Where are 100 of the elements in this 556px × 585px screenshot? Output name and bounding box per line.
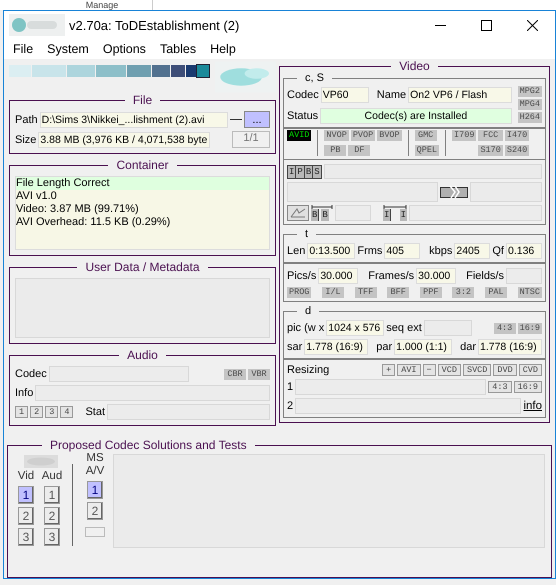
field-label: Status — [287, 110, 318, 122]
flag-indicator: PPF — [420, 287, 442, 298]
small-button[interactable]: SVCD — [462, 364, 492, 376]
field-label: Name — [376, 89, 406, 101]
panel-title: User Data / Metadata — [84, 260, 201, 274]
small-button[interactable]: VCD — [438, 364, 461, 376]
field-label: Codec — [15, 368, 47, 380]
input-field[interactable]: 0:13.500 — [307, 243, 356, 259]
field-label: Pics/s — [287, 270, 316, 282]
small-button[interactable]: 4:3 — [488, 381, 512, 393]
input-field[interactable]: On2 VP6 / Flash — [408, 87, 512, 103]
status-field[interactable]: Codec(s) are Installed — [320, 108, 512, 124]
menu-item[interactable]: Help — [203, 42, 243, 56]
choice-button[interactable]: 2 — [44, 507, 60, 525]
panel-title: Video — [398, 59, 431, 73]
flag-indicator: H264 — [518, 112, 542, 123]
frame-indicator: I — [400, 209, 407, 221]
frame-type-indicator: I P B S — [287, 164, 322, 178]
flag-indicator: BFF — [387, 287, 410, 298]
flag-indicator: I709 — [452, 130, 476, 141]
flag-indicator: NVOP — [324, 130, 349, 141]
small-button[interactable]: DVD — [493, 364, 517, 376]
field-label: par — [376, 341, 392, 353]
choice-button[interactable]: 3 — [44, 528, 60, 546]
flag-indicator: BVOP — [377, 130, 402, 141]
field-label: 1 — [287, 381, 294, 393]
field-label: Resizing — [287, 364, 330, 376]
input-field[interactable]: 30.000 — [318, 268, 358, 284]
input-field[interactable]: 405 — [384, 243, 420, 259]
field-label: Frms — [357, 245, 382, 257]
field-label: Size — [15, 134, 36, 146]
flag-indicator: S170 — [478, 145, 503, 156]
flag-indicator: I470 — [504, 130, 530, 141]
flag-indicator: 3:2 — [452, 287, 474, 298]
list-line: AVI Overhead: 11.5 KB (0.29%) — [16, 216, 172, 229]
section-title: d — [304, 306, 312, 317]
field-label: kbps — [429, 245, 452, 257]
input-field[interactable]: 2405 — [454, 243, 490, 259]
field-label: Frames/s — [368, 270, 414, 282]
panel-title: Audio — [126, 348, 159, 362]
panel-title: File — [132, 93, 154, 107]
small-button[interactable]: + — [382, 364, 396, 376]
small-button[interactable]: − — [422, 364, 436, 376]
menu-item[interactable]: Tables — [152, 42, 204, 56]
menu-item[interactable]: System — [40, 42, 96, 56]
small-button[interactable]: 2 — [30, 406, 44, 418]
input-field[interactable]: 1.778 (16:9) — [304, 339, 368, 355]
info-link[interactable]: info — [523, 400, 542, 412]
choice-button[interactable]: 3 — [18, 528, 34, 546]
choice-button[interactable]: 2 — [18, 507, 34, 525]
browse-button[interactable]: ... — [244, 111, 270, 128]
flag-indicator: 4:3 — [494, 322, 516, 334]
choice-button[interactable]: 2 — [87, 502, 103, 520]
field-label: Fields/s — [466, 270, 504, 282]
column-label: Vid — [18, 470, 34, 483]
input-field[interactable]: 0.136 — [506, 243, 542, 259]
flag-indicator: GMC — [414, 130, 437, 141]
input-field[interactable]: 30.000 — [416, 268, 456, 284]
small-button[interactable]: 3 — [45, 406, 58, 418]
panel-title: Container — [115, 158, 170, 172]
field-label: sar — [287, 341, 302, 353]
input-field[interactable]: VP60 — [320, 87, 369, 103]
field-label: Qf — [492, 245, 504, 257]
input-field[interactable]: 1024 x 576 — [326, 320, 384, 336]
input-field[interactable]: 1.778 (16:9) — [478, 339, 542, 355]
small-button[interactable]: 1 — [15, 406, 28, 418]
list-line: Video: 3.87 MB (99.71%) — [16, 203, 140, 216]
small-button[interactable]: 16:9 — [514, 381, 542, 393]
choice-button[interactable]: 1 — [87, 481, 103, 499]
flag-indicator: QPEL — [414, 145, 440, 156]
small-button[interactable]: CVD — [518, 364, 542, 376]
field-label: 2 — [287, 400, 294, 412]
field-label: Path — [15, 114, 38, 126]
choice-button[interactable]: 1 — [18, 486, 34, 504]
menu-item[interactable]: File — [6, 42, 40, 56]
size-field[interactable]: 3.88 MB (3,976 KB / 4,071,538 byte — [38, 132, 210, 148]
small-button[interactable]: 4 — [60, 406, 74, 418]
path-field[interactable]: D:\Sims 3\Nikkei_...lishment (2).avi — [40, 112, 228, 128]
counter: 1/1 — [232, 131, 270, 148]
panel-title: Proposed Codec Solutions and Tests — [49, 438, 248, 452]
choice-button[interactable]: 1 — [44, 486, 60, 504]
input-field[interactable]: 1.000 (1:1) — [394, 339, 452, 355]
flag-indicator: CBR — [224, 368, 246, 380]
field-label: Info — [15, 387, 34, 399]
small-button[interactable]: AVI — [397, 364, 421, 376]
flag-indicator: DF — [348, 145, 370, 156]
flag-indicator: AVID — [287, 130, 312, 141]
field-label: Codec — [287, 89, 319, 101]
menu-item[interactable]: Options — [96, 42, 153, 56]
list-line: AVI v1.0 — [16, 190, 58, 203]
flag-indicator: PB — [324, 145, 346, 156]
frame-indicator: I — [383, 209, 392, 221]
flag-indicator: 16:9 — [518, 322, 542, 334]
flag-indicator: VBR — [248, 368, 270, 380]
field-label: Stat — [85, 406, 106, 418]
field-label: pic (w x — [287, 322, 324, 334]
window-title: v2.70a: ToDEstablishment (2) — [69, 18, 240, 32]
section-title: t — [304, 229, 310, 240]
flag-indicator: S240 — [504, 145, 530, 156]
field-label: Len — [287, 245, 306, 257]
